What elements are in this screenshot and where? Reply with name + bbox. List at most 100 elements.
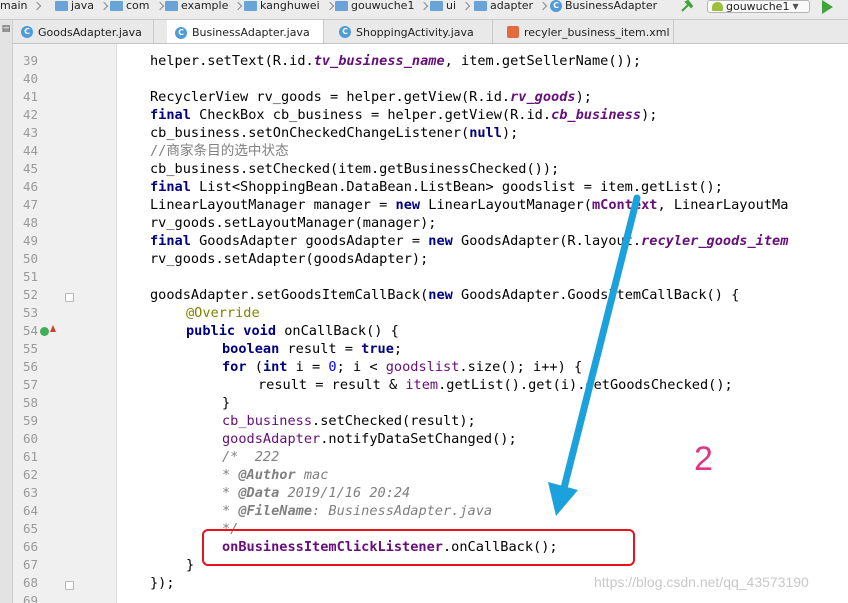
line-number: 51	[22, 269, 38, 284]
line-number: 40	[22, 71, 38, 86]
run-configuration-select[interactable]: gouwuche1 ▼	[707, 0, 810, 13]
override-method-icon[interactable]	[40, 327, 49, 336]
breadcrumb-item-businessadapter[interactable]: C BusinessAdapter	[550, 0, 657, 12]
chevron-right-icon	[155, 1, 164, 11]
fold-marker-icon[interactable]	[65, 581, 74, 590]
navigation-bar: main java com example kanghuwei gouwuche…	[0, 0, 848, 20]
android-icon	[712, 2, 723, 11]
code-line-63: * @Data 2019/1/16 20:24	[222, 485, 411, 501]
editor-tab-bar: C GoodsAdapter.java C BusinessAdapter.ja…	[13, 20, 848, 44]
code-line-50: rv_goods.setAdapter(goodsAdapter);	[150, 251, 429, 267]
folder-icon	[110, 1, 123, 11]
line-number: 60	[22, 431, 38, 446]
chevron-right-icon	[99, 1, 109, 11]
line-number: 66	[22, 539, 38, 554]
code-editor[interactable]: helper.setText(R.id.tv_business_name, it…	[118, 44, 848, 603]
code-line-60: goodsAdapter.notifyDataSetChanged();	[222, 431, 517, 447]
code-line-58: }	[222, 395, 231, 411]
code-line-49: final GoodsAdapter goodsAdapter = new Go…	[150, 233, 789, 249]
code-line-59: cb_business.setChecked(result);	[222, 413, 476, 429]
line-number: 67	[22, 557, 38, 572]
code-line-52: goodsAdapter.setGoodsItemCallBack(new Go…	[150, 287, 740, 303]
chevron-right-icon	[234, 1, 243, 11]
code-line-46: final List<ShoppingBean.DataBean.ListBea…	[150, 179, 723, 195]
folder-icon	[55, 1, 68, 11]
code-line-48: rv_goods.setLayoutManager(manager);	[150, 215, 437, 231]
line-number: 46	[22, 179, 38, 194]
tab-businessadapter[interactable]: C BusinessAdapter.java	[167, 20, 324, 43]
line-number: 56	[22, 359, 38, 374]
code-line-42: final CheckBox cb_business = helper.getV…	[150, 107, 658, 123]
arrow-up-icon	[50, 325, 56, 332]
line-number: 45	[22, 161, 38, 176]
line-number: 41	[22, 89, 38, 104]
code-line-61: /* 222	[222, 449, 280, 465]
line-number: 44	[22, 143, 38, 158]
class-icon: C	[175, 26, 187, 39]
line-number: 47	[22, 197, 38, 212]
line-number: 49	[22, 233, 38, 248]
tab-label: GoodsAdapter.java	[38, 25, 142, 39]
breadcrumb-item-com[interactable]: com	[110, 0, 164, 12]
breadcrumb-item-kanghuwei[interactable]: kanghuwei	[244, 0, 334, 12]
line-number: 64	[22, 503, 38, 518]
tab-goodsadapter[interactable]: C GoodsAdapter.java	[13, 20, 154, 43]
breadcrumb-item-ui[interactable]: ui	[430, 0, 471, 12]
watermark: https://blog.csdn.net/qq_43573190	[594, 574, 809, 590]
breadcrumb-item-main[interactable]: main	[0, 0, 42, 12]
code-line-67: }	[186, 557, 195, 573]
code-line-56: for (int i = 0; i < goodslist.size(); i+…	[222, 359, 583, 375]
code-line-57: result = result & item.getList().get(i).…	[258, 377, 733, 393]
line-number: 43	[22, 125, 38, 140]
code-line-64: * @FileName: BusinessAdapter.java	[222, 503, 493, 519]
line-number: 68	[22, 575, 38, 590]
folder-icon	[335, 1, 348, 11]
code-line-41: RecyclerView rv_goods = helper.getView(R…	[150, 89, 592, 105]
run-play-icon[interactable]	[822, 0, 833, 14]
folder-icon	[244, 1, 257, 11]
chevron-right-icon	[420, 1, 429, 11]
step-number-label: 2	[694, 440, 713, 478]
line-number: 58	[22, 395, 38, 410]
line-number: 53	[22, 305, 38, 320]
chevron-right-icon	[325, 1, 334, 11]
breadcrumb-item-java[interactable]: java	[55, 0, 109, 12]
build-hammer-icon[interactable]	[680, 0, 694, 12]
line-number: 54	[22, 323, 38, 338]
tab-recyler-business-item[interactable]: recyler_business_item.xml	[499, 20, 674, 43]
line-number: 62	[22, 467, 38, 482]
code-line-55: boolean result = true;	[222, 341, 403, 357]
class-icon: C	[550, 0, 562, 12]
breadcrumb-item-gouwuche1[interactable]: gouwuche1	[335, 0, 429, 12]
tool-window-strip: ▤	[0, 20, 13, 603]
line-number: 48	[22, 215, 38, 230]
run-configuration-label: gouwuche1	[726, 0, 790, 13]
line-number: 69	[22, 593, 38, 603]
code-line-54: public void onCallBack() {	[186, 323, 399, 339]
folder-icon	[474, 1, 487, 11]
chevron-down-icon: ▼	[792, 2, 799, 11]
code-line-53: @Override	[186, 305, 260, 321]
tab-label: ShoppingActivity.java	[356, 25, 474, 39]
tool-window-icon[interactable]: ▤	[1, 24, 11, 34]
breadcrumb-item-adapter[interactable]: adapter	[474, 0, 548, 12]
xml-file-icon	[507, 26, 519, 38]
code-line-44: //商家条目的选中状态	[150, 143, 289, 159]
folder-icon	[165, 1, 178, 11]
breadcrumb-item-example[interactable]: example	[165, 0, 243, 12]
line-number: 63	[22, 485, 38, 500]
code-line-47: LinearLayoutManager manager = new Linear…	[150, 197, 789, 213]
tab-shoppingactivity[interactable]: C ShoppingActivity.java	[331, 20, 493, 43]
code-line-62: * @Author mac	[222, 467, 329, 483]
chevron-right-icon	[538, 1, 548, 11]
line-number: 55	[22, 341, 38, 356]
class-icon: C	[21, 26, 33, 38]
folder-icon	[430, 1, 443, 11]
fold-marker-icon[interactable]	[65, 293, 74, 302]
line-number: 39	[22, 53, 38, 68]
highlight-box	[202, 529, 635, 566]
line-number: 57	[22, 377, 38, 392]
chevron-right-icon	[461, 1, 471, 11]
editor-gutter: 39 40 41 42 43 44 45 46 47 48 49 50 51 5…	[13, 44, 117, 603]
code-line-68: });	[150, 575, 175, 591]
